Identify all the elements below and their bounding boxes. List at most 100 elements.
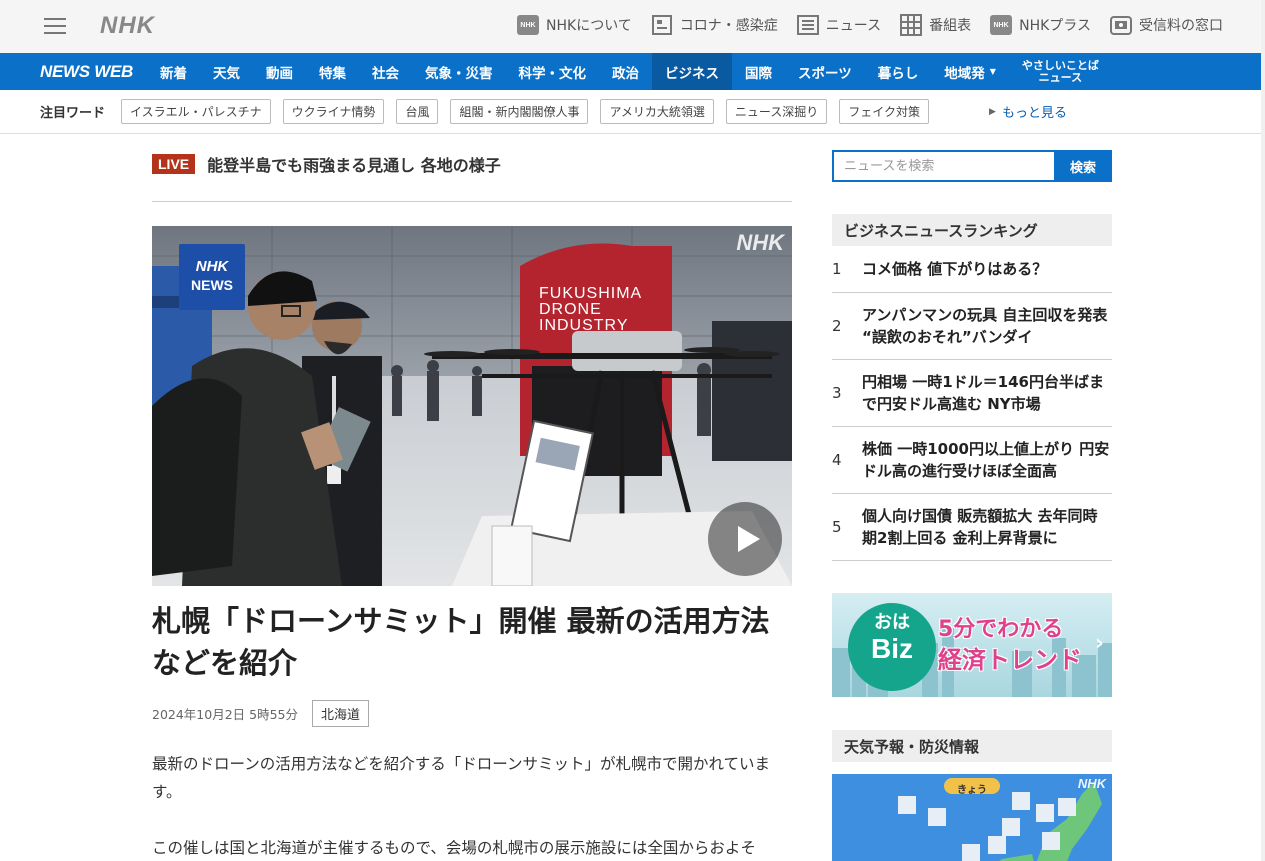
rank-number: 1 xyxy=(832,260,842,278)
ohabiz-logo-top: おは xyxy=(874,612,910,633)
fee-window-icon xyxy=(1109,13,1133,37)
search-button[interactable]: 検索 xyxy=(1054,150,1112,182)
nav-item-life[interactable]: 暮らし xyxy=(865,53,932,90)
nav-item-new[interactable]: 新着 xyxy=(147,53,200,90)
page-scrollbar[interactable] xyxy=(1261,0,1265,861)
main-nav: NEWS WEB 新着 天気 動画 特集 社会 気象・災害 科学・文化 政治 ビ… xyxy=(0,53,1265,90)
nav-item-regional[interactable]: 地域発 ▼ xyxy=(931,53,1009,90)
weather-map-label: きょう xyxy=(957,785,987,796)
chevron-down-icon: ▼ xyxy=(989,67,996,76)
ohabiz-line2: 経済トレンド xyxy=(938,646,1082,674)
live-badge: LIVE xyxy=(152,154,196,174)
keyword-more-link[interactable]: ▶ もっと見る xyxy=(989,102,1067,121)
ranking-item[interactable]: 1 コメ価格 値下がりはある？ xyxy=(832,246,1112,293)
nav-item-science[interactable]: 科学・文化 xyxy=(505,53,599,90)
top-header: NHK NHK NHKについて コロナ・感染症 ニュース 番組表 NHK NHK… xyxy=(0,0,1265,53)
chevron-right-icon: › xyxy=(1094,631,1104,656)
live-headline: 能登半島でも雨強まる見通し 各地の様子 xyxy=(207,156,501,175)
header-link-fee[interactable]: 受信料の窓口 xyxy=(1109,13,1223,37)
ohabiz-banner[interactable]: おは Biz 5分でわかる 経済トレンド › xyxy=(832,593,1112,697)
article-body: 最新のドローンの活用方法などを紹介する「ドローンサミット」が札幌市で開かれていま… xyxy=(152,750,797,861)
header-link-label: 受信料の窓口 xyxy=(1139,18,1223,34)
keyword-tag[interactable]: フェイク対策 xyxy=(839,99,930,124)
keyword-tag[interactable]: 台風 xyxy=(396,99,439,124)
region-tag[interactable]: 北海道 xyxy=(312,700,370,727)
header-link-label: 番組表 xyxy=(929,18,972,34)
article-date: 2024年10月2日 5時55分 xyxy=(152,707,299,722)
badge-line1: NHK xyxy=(195,258,229,275)
rank-number: 5 xyxy=(832,518,842,536)
menu-icon[interactable] xyxy=(44,15,66,37)
rank-title: コメ価格 値下がりはある？ xyxy=(862,260,1048,278)
ranking-item[interactable]: 5 個人向け国債 販売額拡大 去年同時期2割上回る 金利上昇背景に xyxy=(832,494,1112,561)
nav-item-disaster[interactable]: 気象・災害 xyxy=(412,53,506,90)
rank-title: 株価 一時1000円以上値上がり 円安ドル高の進行受けほぼ全面高 xyxy=(862,440,1110,480)
ohabiz-logo: おは Biz xyxy=(862,613,922,665)
triangle-right-icon: ▶ xyxy=(989,106,996,117)
weather-watermark: NHK xyxy=(1077,776,1106,791)
rank-number: 2 xyxy=(832,317,842,335)
article-title: 札幌「ドローンサミット」開催 最新の活用方法などを紹介 xyxy=(152,604,770,680)
nav-item-easy-news[interactable]: やさしいことば ニュース xyxy=(1009,53,1112,90)
nav-item-weather[interactable]: 天気 xyxy=(200,53,253,90)
header-link-label: NHKについて xyxy=(546,18,632,34)
article-meta: 2024年10月2日 5時55分 北海道 xyxy=(152,700,370,727)
hero-video[interactable]: FUKUSHIMA DRONE INDUSTRY NHK NEWS NHK xyxy=(152,226,792,586)
divider xyxy=(152,201,792,202)
keyword-bar: 注目ワード イスラエル・パレスチナ ウクライナ情勢 台風 組閣・新内閣閣僚人事 … xyxy=(0,90,1265,134)
keyword-tag[interactable]: イスラエル・パレスチナ xyxy=(121,99,271,124)
nhk-plus-icon: NHK xyxy=(989,13,1013,37)
nav-item-business[interactable]: ビジネス xyxy=(651,53,732,90)
ranking-list: 1 コメ価格 値下がりはある？ 2 アンパンマンの玩具 自主回収を発表 “誤飲の… xyxy=(832,246,1112,561)
nhk-icon: NHK xyxy=(516,13,540,37)
nav-item-society[interactable]: 社会 xyxy=(359,53,412,90)
easy-news-line1: やさしいことば xyxy=(1021,58,1099,72)
search-input[interactable] xyxy=(832,150,1054,182)
rank-title: 円相場 一時1ドル＝146円台半ばまで円安ドル高進む NY市場 xyxy=(862,373,1104,413)
keyword-tag[interactable]: アメリカ大統領選 xyxy=(600,99,714,124)
weather-map[interactable]: きょう NHK xyxy=(832,774,1112,861)
header-link-label: NHKプラス xyxy=(1019,18,1091,34)
rank-title: アンパンマンの玩具 自主回収を発表 “誤飲のおそれ”バンダイ xyxy=(862,306,1108,346)
nav-item-politics[interactable]: 政治 xyxy=(599,53,652,90)
nav-item-feature[interactable]: 特集 xyxy=(306,53,359,90)
header-links: NHK NHKについて コロナ・感染症 ニュース 番組表 NHK NHKプラス xyxy=(498,13,1223,37)
nav-item-international[interactable]: 国際 xyxy=(732,53,785,90)
sign-text: DRONE xyxy=(539,301,602,318)
header-link-corona[interactable]: コロナ・感染症 xyxy=(650,13,778,37)
ohabiz-text: 5分でわかる 経済トレンド xyxy=(938,615,1082,675)
grid-icon xyxy=(899,13,923,37)
nhk-news-badge: NHK NEWS xyxy=(179,244,245,310)
corona-icon xyxy=(650,13,674,37)
badge-line2: NEWS xyxy=(191,277,233,293)
ranking-item[interactable]: 3 円相場 一時1ドル＝146円台半ばまで円安ドル高進む NY市場 xyxy=(832,360,1112,427)
sign-text: FUKUSHIMA xyxy=(539,285,642,302)
ohabiz-logo-bottom: Biz xyxy=(871,633,913,664)
weather-title: 天気予報・防災情報 xyxy=(832,730,1112,762)
header-link-label: ニュース xyxy=(825,18,882,34)
ohabiz-line1: 5分でわかる xyxy=(938,617,1064,642)
keyword-tag[interactable]: 組閣・新内閣閣僚人事 xyxy=(450,99,589,124)
newsweb-logo[interactable]: NEWS WEB xyxy=(40,62,133,82)
header-link-schedule[interactable]: 番組表 xyxy=(899,13,971,37)
nav-item-video[interactable]: 動画 xyxy=(253,53,306,90)
header-link-about[interactable]: NHK NHKについて xyxy=(516,13,632,37)
nhk-logo[interactable]: NHK xyxy=(100,12,155,40)
keyword-tag[interactable]: ニュース深掘り xyxy=(725,99,828,124)
header-link-news[interactable]: ニュース xyxy=(796,13,881,37)
keyword-more-label: もっと見る xyxy=(1001,106,1067,121)
news-icon xyxy=(796,13,820,37)
nhk-watermark: NHK xyxy=(736,230,784,255)
keyword-tag[interactable]: ウクライナ情勢 xyxy=(282,99,385,124)
search-form: 検索 xyxy=(832,150,1112,182)
ranking-item[interactable]: 2 アンパンマンの玩具 自主回収を発表 “誤飲のおそれ”バンダイ xyxy=(832,293,1112,360)
article-paragraph: 最新のドローンの活用方法などを紹介する「ドローンサミット」が札幌市で開かれていま… xyxy=(152,755,770,801)
ranking-item[interactable]: 4 株価 一時1000円以上値上がり 円安ドル高の進行受けほぼ全面高 xyxy=(832,427,1112,494)
nav-item-sports[interactable]: スポーツ xyxy=(785,53,865,90)
header-link-nhkplus[interactable]: NHK NHKプラス xyxy=(989,13,1091,37)
live-banner[interactable]: LIVE 能登半島でも雨強まる見通し 各地の様子 xyxy=(152,152,501,176)
ranking-title: ビジネスニュースランキング xyxy=(832,214,1112,246)
keyword-label: 注目ワード xyxy=(40,106,106,121)
play-button[interactable] xyxy=(708,502,782,576)
easy-news-line2: ニュース xyxy=(1038,70,1083,84)
